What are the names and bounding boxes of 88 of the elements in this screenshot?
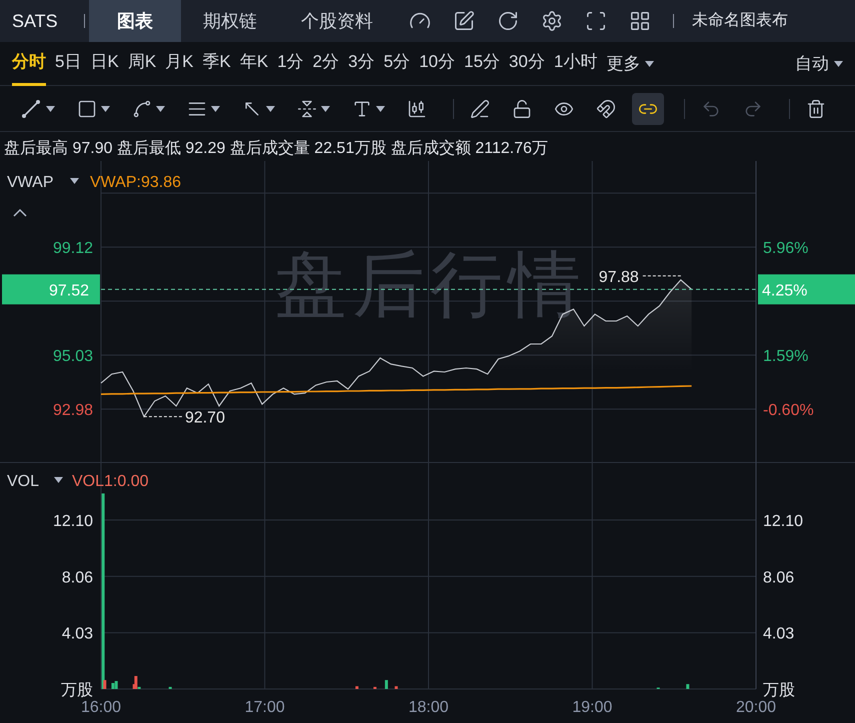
edit-icon[interactable] — [453, 10, 475, 32]
price-axis-label: 99.12 — [52, 240, 93, 258]
period-tab[interactable]: 15分 — [464, 42, 500, 86]
magnet-icon — [596, 98, 616, 118]
wave-icon — [132, 98, 152, 118]
text-icon — [352, 98, 372, 118]
period-tab[interactable]: 3分 — [348, 42, 375, 86]
settings-icon[interactable] — [541, 10, 563, 32]
caret-icon — [376, 106, 385, 112]
redo-icon — [743, 98, 763, 118]
volume-bar — [355, 686, 358, 689]
period-tab[interactable]: 10分 — [419, 42, 455, 86]
change-text: 4.25% — [762, 282, 808, 300]
period-tab[interactable]: 分时 — [12, 42, 46, 86]
indicator-value: VWAP:93.86 — [90, 174, 182, 191]
rectangle-icon — [77, 98, 97, 118]
grid-layout-icon[interactable] — [629, 10, 651, 32]
symbol-text: SATS — [11, 10, 59, 32]
unlock-icon — [512, 98, 532, 118]
indicator-label[interactable]: VOL — [7, 473, 40, 490]
volume-bar — [168, 686, 172, 689]
volume-axis-label: 8.06 — [62, 569, 93, 586]
measure-icon — [297, 98, 317, 118]
caret-icon — [321, 106, 330, 112]
collapse-icon[interactable] — [13, 208, 27, 217]
tab[interactable]: 图表 — [89, 0, 181, 42]
period-tab[interactable]: 日K — [90, 42, 119, 86]
time-axis-label: 17:00 — [244, 699, 285, 716]
volume-axis-label: 4.03 — [62, 626, 93, 643]
caret-icon — [101, 106, 110, 112]
volume-bar — [394, 686, 398, 689]
indicator-label[interactable]: VWAP — [7, 174, 54, 191]
period-tab[interactable]: 2分 — [312, 42, 340, 86]
caret-icon — [266, 106, 275, 112]
caret-icon — [645, 60, 654, 66]
after-hours-summary: 盘后最高 97.90 盘后最低 92.29 盘后成交量 22.51万股 盘后成交额 2112.76万 — [4, 138, 548, 159]
period-tab[interactable]: 5分 — [384, 42, 410, 86]
price-axis-label: 95.03 — [52, 348, 93, 366]
caret-icon — [54, 477, 63, 483]
leader-line — [143, 416, 182, 418]
candlestick-icon — [407, 98, 427, 118]
volume-axis-label: 4.03 — [763, 626, 794, 643]
caret-icon — [70, 178, 79, 184]
volume-bar — [686, 684, 690, 689]
pen-icon — [470, 98, 490, 118]
tab[interactable]: 期权链 — [181, 0, 279, 42]
percent-axis-label: 1.59% — [763, 348, 808, 365]
tab[interactable]: 个股资料 — [279, 0, 395, 42]
caret-icon — [834, 60, 843, 66]
refresh-icon[interactable] — [497, 10, 519, 32]
leader-line — [640, 275, 682, 276]
fullscreen-icon[interactable] — [585, 10, 607, 32]
extreme-price-label: 92.70 — [184, 410, 225, 427]
period-tab[interactable]: 周K — [128, 42, 156, 86]
trash-icon — [806, 98, 826, 118]
caret-icon — [156, 106, 165, 112]
time-axis-label: 20:00 — [736, 699, 776, 716]
percent-axis-label: 5.96% — [763, 240, 808, 258]
trend-line-icon — [20, 98, 42, 120]
period-tab[interactable]: 月K — [165, 42, 194, 86]
undo-icon — [701, 98, 721, 118]
time-axis-label: 16:00 — [80, 699, 122, 716]
period-tab[interactable]: 季K — [202, 42, 231, 86]
tool-button[interactable] — [632, 92, 664, 124]
last-price-text: 97.52 — [48, 282, 89, 300]
time-axis-label: 19:00 — [572, 699, 612, 716]
unit-label: 万股 — [61, 682, 93, 699]
unit-label: 万股 — [763, 682, 795, 699]
period-tab[interactable]: 1小时 — [554, 42, 598, 86]
period-tab[interactable]: 30分 — [508, 42, 545, 86]
more-dropdown[interactable]: 更多 — [606, 50, 654, 76]
period-tab[interactable]: 5日 — [55, 42, 82, 86]
volume-axis-label: 12.10 — [52, 512, 93, 530]
percent-axis-label: -0.60% — [763, 402, 814, 419]
volume-bar — [373, 686, 376, 689]
extreme-price-label: 97.88 — [598, 268, 639, 286]
period-tab[interactable]: 年K — [240, 42, 268, 86]
volume-axis-label: 12.10 — [763, 512, 804, 530]
volume-axis-label: 8.06 — [763, 569, 794, 586]
layout-name[interactable]: 未命名图表布 — [692, 9, 788, 33]
time-axis-label: 18:00 — [408, 699, 449, 716]
volume-bar — [384, 680, 388, 689]
scale-dropdown[interactable]: 自动 — [795, 50, 843, 76]
price-axis-label: 92.98 — [52, 402, 93, 420]
period-tab[interactable]: 1分 — [277, 42, 304, 86]
caret-icon — [46, 106, 55, 112]
caret-icon — [211, 106, 220, 112]
indicator-value: VOL1:0.00 — [72, 473, 148, 490]
